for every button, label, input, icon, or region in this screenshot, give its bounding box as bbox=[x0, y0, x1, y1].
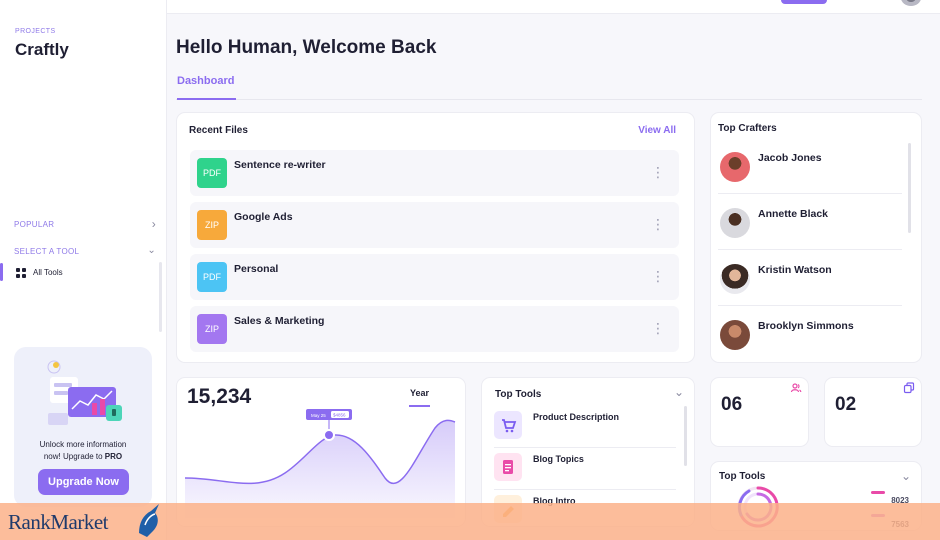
crafter-name: Brooklyn Simmons bbox=[758, 320, 854, 332]
more-options-icon[interactable]: ⋮ bbox=[651, 163, 665, 181]
top-tools-chart-title: Top Tools bbox=[719, 471, 766, 482]
projects-label: PROJECTS bbox=[15, 28, 56, 35]
file-name: Personal bbox=[234, 263, 279, 275]
sidebar-item-all-tools[interactable]: All Tools bbox=[0, 263, 160, 281]
list-item[interactable]: Product Description bbox=[494, 406, 676, 448]
popular-label: POPULAR bbox=[14, 220, 55, 229]
upgrade-text-line1: Unlock more information bbox=[39, 440, 127, 449]
avatar bbox=[720, 320, 750, 350]
period-underline bbox=[409, 405, 430, 407]
page-title: Hello Human, Welcome Back bbox=[176, 37, 437, 58]
counter-card: 06 bbox=[710, 377, 809, 447]
active-indicator bbox=[0, 263, 3, 281]
stats-value: 15,234 bbox=[187, 385, 252, 408]
file-name: Google Ads bbox=[234, 211, 293, 223]
more-options-icon[interactable]: ⋮ bbox=[651, 215, 665, 233]
file-row[interactable]: PDF Personal ⋮ bbox=[190, 254, 679, 300]
avatar bbox=[720, 264, 750, 294]
crafter-name: Jacob Jones bbox=[758, 152, 822, 164]
top-tools-title: Top Tools bbox=[495, 389, 542, 400]
list-item[interactable]: Brooklyn Simmons bbox=[718, 312, 903, 362]
unicorn-logo-icon bbox=[139, 504, 159, 537]
upgrade-text-pro: PRO bbox=[104, 452, 123, 461]
zip-file-icon: ZIP bbox=[197, 210, 227, 240]
project-name[interactable]: Craftly bbox=[15, 40, 69, 60]
sidebar: PROJECTS Craftly POPULAR › SELECT A TOOL… bbox=[0, 0, 167, 540]
watermark-brand: RankMarket bbox=[8, 510, 108, 534]
chart-highlight-point bbox=[323, 429, 335, 441]
tooltip-date: May 25 bbox=[311, 413, 326, 418]
copy-icon bbox=[903, 382, 915, 397]
upgrade-card: Unlock more information now! Upgrade to … bbox=[14, 347, 152, 507]
tools-scrollbar[interactable] bbox=[684, 406, 687, 466]
avatar bbox=[720, 152, 750, 182]
top-action-button[interactable] bbox=[781, 0, 827, 4]
recent-files-card: Recent Files View All PDF Sentence re-wr… bbox=[176, 112, 695, 363]
counter-card: 02 bbox=[824, 377, 922, 447]
top-crafters-card: Top Crafters Jacob Jones Annette Black K… bbox=[710, 112, 922, 363]
list-item[interactable]: Jacob Jones bbox=[718, 144, 903, 194]
chevron-down-icon: ⌄ bbox=[147, 245, 156, 256]
period-selector[interactable]: Year bbox=[410, 388, 429, 398]
top-crafters-title: Top Crafters bbox=[718, 123, 777, 134]
crafters-scrollbar[interactable] bbox=[908, 143, 911, 233]
sidebar-popular[interactable]: POPULAR › bbox=[14, 217, 156, 231]
chevron-right-icon: › bbox=[151, 217, 156, 231]
all-tools-label: All Tools bbox=[33, 268, 63, 277]
tooltip-value: $4856 bbox=[333, 412, 346, 417]
tab-active-underline bbox=[177, 98, 236, 100]
chevron-down-icon[interactable]: ⌄ bbox=[674, 385, 684, 399]
pdf-file-icon: PDF bbox=[197, 158, 227, 188]
counter-value: 02 bbox=[835, 394, 857, 415]
pdf-file-icon: PDF bbox=[197, 262, 227, 292]
area-chart: May 25 $4856 bbox=[185, 409, 456, 518]
file-name: Sales & Marketing bbox=[234, 315, 325, 327]
crafter-name: Kristin Watson bbox=[758, 264, 832, 276]
file-row[interactable]: ZIP Sales & Marketing ⋮ bbox=[190, 306, 679, 352]
list-item[interactable]: Blog Topics bbox=[494, 448, 676, 490]
sidebar-select-tool[interactable]: SELECT A TOOL ⌄ bbox=[14, 245, 156, 256]
analytics-illustration-icon bbox=[47, 360, 122, 425]
upgrade-now-button[interactable]: Upgrade Now bbox=[38, 469, 129, 495]
crafter-name: Annette Black bbox=[758, 208, 829, 220]
chevron-down-icon[interactable]: ⌄ bbox=[901, 469, 911, 483]
zip-file-icon: ZIP bbox=[197, 314, 227, 344]
grid-icon bbox=[16, 268, 26, 278]
counter-value: 06 bbox=[721, 394, 743, 415]
tool-name: Product Description bbox=[533, 412, 620, 422]
more-options-icon[interactable]: ⋮ bbox=[651, 319, 665, 337]
sidebar-scrollbar[interactable] bbox=[159, 262, 162, 332]
file-row[interactable]: PDF Sentence re-writer ⋮ bbox=[190, 150, 679, 196]
cart-icon bbox=[494, 411, 522, 439]
recent-files-title: Recent Files bbox=[189, 125, 248, 136]
users-icon bbox=[790, 382, 802, 397]
file-row[interactable]: ZIP Google Ads ⋮ bbox=[190, 202, 679, 248]
select-tool-label: SELECT A TOOL bbox=[14, 247, 80, 256]
more-options-icon[interactable]: ⋮ bbox=[651, 267, 665, 285]
tab-dashboard[interactable]: Dashboard bbox=[177, 75, 234, 87]
file-name: Sentence re-writer bbox=[234, 159, 326, 171]
document-icon bbox=[494, 453, 522, 481]
list-item[interactable]: Kristin Watson bbox=[718, 256, 903, 306]
view-all-link[interactable]: View All bbox=[638, 125, 676, 136]
tool-name: Blog Topics bbox=[533, 454, 584, 464]
tab-divider bbox=[176, 99, 922, 100]
upgrade-text-line2: now! Upgrade to bbox=[43, 452, 103, 461]
legend-swatch bbox=[871, 491, 885, 494]
list-item[interactable]: Annette Black bbox=[718, 200, 903, 250]
upgrade-text: Unlock more information now! Upgrade to … bbox=[20, 439, 146, 463]
avatar bbox=[720, 208, 750, 238]
